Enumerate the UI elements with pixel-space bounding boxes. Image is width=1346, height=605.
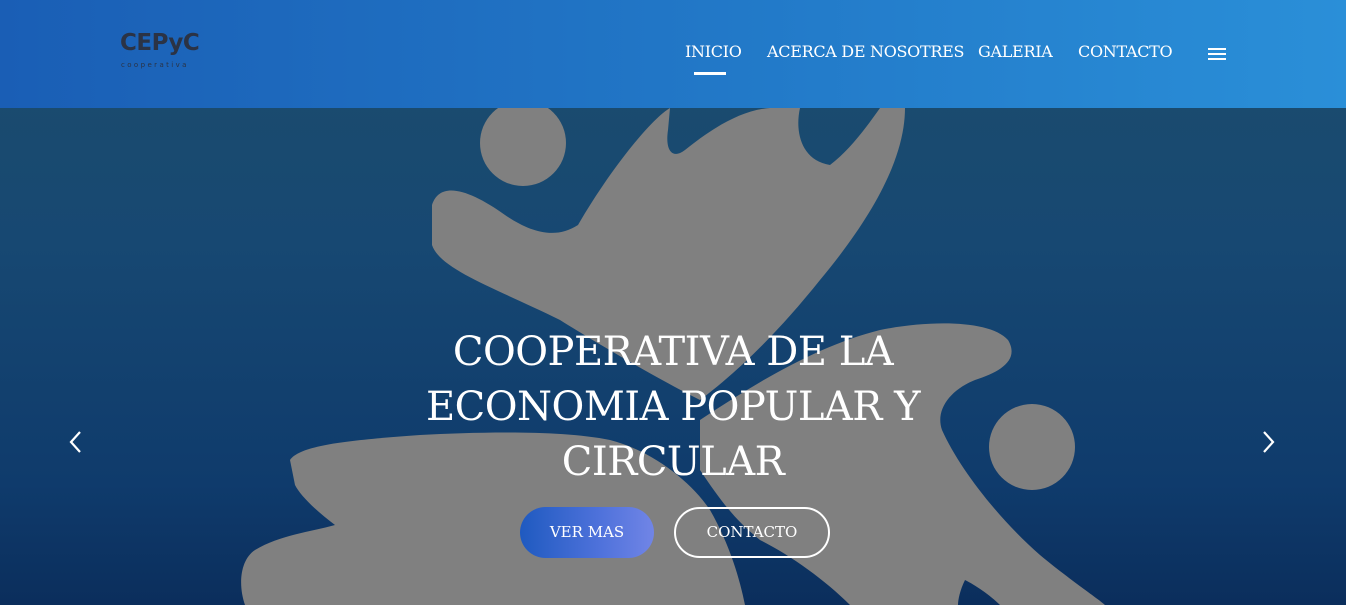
active-nav-indicator (694, 72, 726, 75)
site-header: CEPyC cooperativa INICIO ACERCA DE NOSOT… (0, 0, 1346, 108)
nav-item-galeria[interactable]: GALERIA (978, 42, 1053, 61)
top-figure-head (480, 100, 566, 186)
nav-item-inicio[interactable]: INICIO (685, 42, 742, 61)
right-figure-head (989, 404, 1075, 490)
hero-title: COOPERATIVA DE LA ECONOMIA POPULAR Y CIR… (425, 329, 921, 485)
page: CEPyC cooperativa INICIO ACERCA DE NOSOT… (0, 0, 1346, 605)
logo-name: CEPyC (120, 30, 200, 56)
hamburger-menu-icon[interactable] (1208, 48, 1228, 62)
logo[interactable]: CEPyC cooperativa (120, 30, 210, 74)
nav-item-acerca-de-nosotres[interactable]: ACERCA DE NOSOTRES (767, 42, 964, 61)
chevron-left-icon[interactable] (64, 428, 88, 456)
nav-item-contacto[interactable]: CONTACTO (1078, 42, 1173, 61)
logo-subtitle: cooperativa (121, 61, 189, 69)
ver-mas-button[interactable]: VER MAS (520, 507, 654, 558)
contacto-button[interactable]: CONTACTO (674, 507, 830, 558)
chevron-right-icon[interactable] (1256, 428, 1280, 456)
